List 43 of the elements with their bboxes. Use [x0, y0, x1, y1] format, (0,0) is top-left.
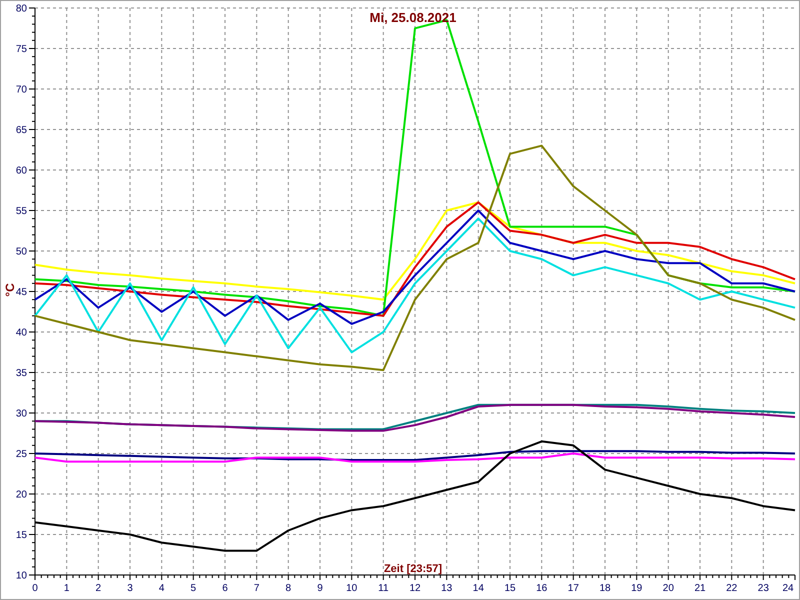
tick-label: 15	[504, 583, 516, 594]
tick-label: 13	[441, 583, 452, 594]
tick-label: 9	[317, 583, 323, 594]
tick-label: 4	[158, 583, 164, 594]
tick-label: 80	[16, 4, 27, 14]
tick-label: 3	[127, 583, 133, 594]
tick-label: 35	[16, 368, 27, 379]
tick-label: 24	[782, 583, 794, 594]
tick-label: 10	[16, 570, 27, 582]
tick-label: 70	[16, 84, 27, 96]
tick-label: 14	[472, 583, 484, 594]
x-axis-label: Zeit [23:57]	[384, 563, 442, 575]
tick-label: 8	[286, 583, 292, 594]
tick-label: 20	[16, 490, 27, 500]
tick-label: 20	[662, 583, 674, 594]
tick-label: 6	[222, 583, 228, 594]
tick-label: 55	[16, 206, 27, 217]
tick-label: 0	[32, 583, 38, 594]
tick-label: 75	[16, 44, 27, 55]
tick-label: 40	[16, 328, 27, 338]
tick-label: 60	[16, 166, 27, 176]
tick-label: 2	[96, 583, 102, 594]
tick-label: 16	[536, 583, 548, 594]
y-axis-label: °C	[3, 283, 17, 297]
tick-label: 18	[599, 583, 611, 594]
tick-label: 15	[16, 530, 27, 541]
tick-label: 65	[16, 125, 27, 136]
tick-label: 22	[726, 583, 738, 594]
tick-label: 19	[631, 583, 642, 594]
tick-label: 45	[16, 287, 27, 298]
tick-label: 23	[758, 583, 769, 594]
tick-label: 21	[694, 583, 706, 594]
chart-title: Mi, 25.08.2021	[370, 10, 456, 25]
tick-label: 12	[409, 583, 421, 594]
tick-label: 30	[16, 408, 27, 420]
tick-label: 5	[190, 583, 196, 594]
tick-label: 25	[16, 449, 27, 460]
tick-label: 7	[254, 583, 260, 594]
tick-label: 10	[346, 583, 358, 594]
tick-label: 11	[378, 583, 389, 594]
tick-label: 50	[16, 246, 27, 258]
tick-label: 1	[64, 583, 70, 594]
tick-label: 17	[568, 583, 579, 594]
